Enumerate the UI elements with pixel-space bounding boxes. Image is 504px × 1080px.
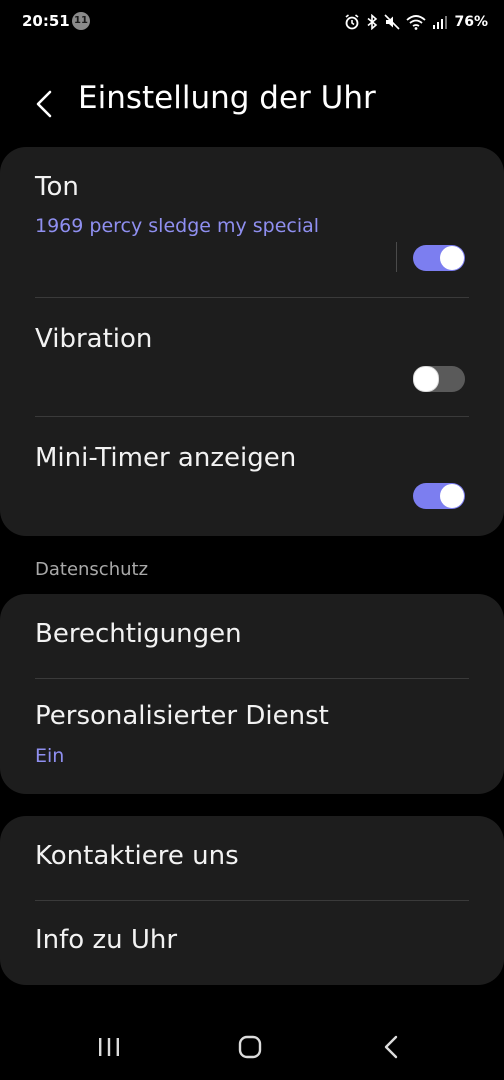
alarm-icon (345, 14, 359, 30)
personalized-service-row[interactable]: Personalisierter Dienst Ein (0, 679, 504, 794)
personalized-service-status: Ein (35, 745, 65, 767)
bluetooth-icon (367, 14, 378, 30)
toggle-knob (413, 366, 439, 392)
status-bar: 20:51 11 76% (0, 0, 504, 44)
personalized-service-title: Personalisierter Dienst (35, 701, 329, 731)
navigation-bar (0, 1010, 504, 1080)
chevron-left-icon (36, 90, 52, 118)
page-title: Einstellung der Uhr (78, 80, 376, 116)
alarm-settings-card: Ton 1969 percy sledge my special Vibrati… (0, 147, 504, 536)
status-icons: 76% (344, 11, 488, 33)
back-nav-button[interactable] (371, 1028, 411, 1068)
home-icon (238, 1035, 262, 1059)
home-button[interactable] (230, 1028, 270, 1068)
toggle-knob (440, 246, 464, 270)
status-time: 20:51 (22, 12, 70, 30)
back-nav-icon (384, 1035, 398, 1059)
vibration-title: Vibration (35, 324, 153, 354)
about-row[interactable]: Info zu Uhr (0, 901, 504, 985)
battery-level: 76% (454, 14, 488, 30)
contact-title: Kontaktiere uns (35, 841, 239, 871)
sound-toggle[interactable] (413, 245, 465, 271)
back-button[interactable] (30, 86, 58, 122)
mini-timer-toggle[interactable] (413, 483, 465, 509)
sound-row[interactable]: Ton 1969 percy sledge my special (0, 147, 504, 297)
sound-subtitle: 1969 percy sledge my special (35, 215, 320, 237)
permissions-row[interactable]: Berechtigungen (0, 594, 504, 678)
signal-icon (433, 16, 448, 29)
vibration-toggle[interactable] (413, 366, 465, 392)
notification-count-badge: 11 (72, 12, 90, 30)
more-card: Kontaktiere uns Info zu Uhr (0, 816, 504, 985)
mini-timer-row[interactable]: Mini-Timer anzeigen (0, 417, 504, 536)
wifi-icon (406, 15, 427, 30)
sound-title: Ton (35, 172, 79, 202)
recents-button[interactable] (89, 1028, 129, 1068)
recents-icon (99, 1038, 119, 1056)
mini-timer-title: Mini-Timer anzeigen (35, 443, 297, 473)
privacy-card: Berechtigungen Personalisierter Dienst E… (0, 594, 504, 794)
contact-row[interactable]: Kontaktiere uns (0, 816, 504, 900)
about-title: Info zu Uhr (35, 925, 178, 955)
section-header-privacy: Datenschutz (35, 559, 149, 580)
toggle-knob (440, 484, 464, 508)
vibration-row[interactable]: Vibration (0, 298, 504, 416)
permissions-title: Berechtigungen (35, 619, 242, 649)
vertical-divider (396, 242, 397, 272)
mute-icon (384, 14, 401, 30)
